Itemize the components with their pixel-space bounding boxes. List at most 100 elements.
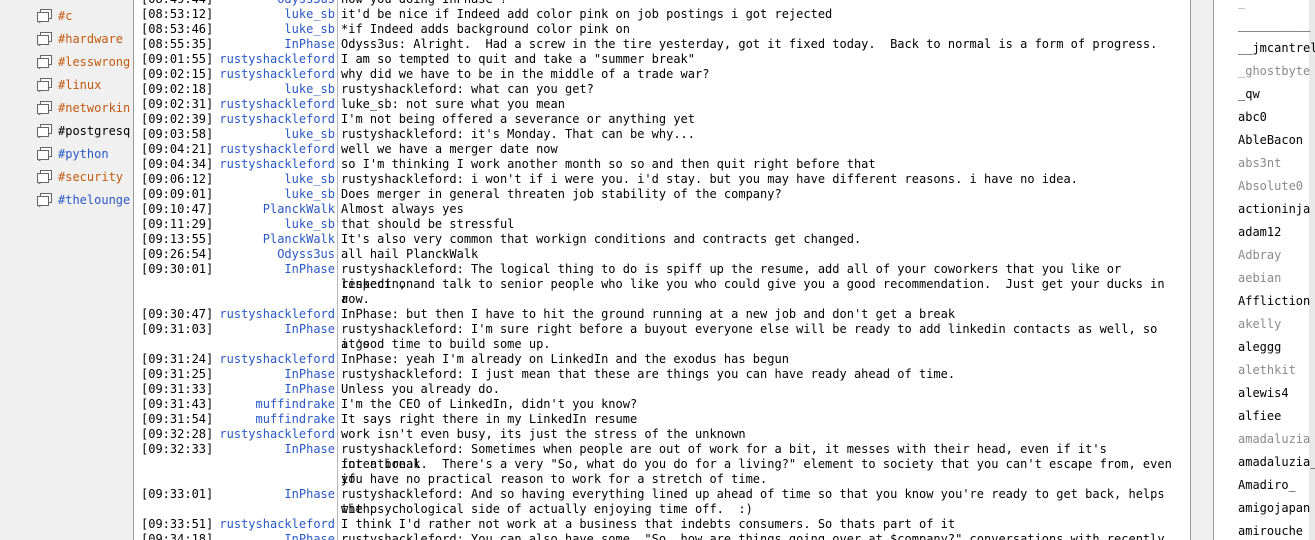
message-nick[interactable]: muffindrake <box>219 412 335 427</box>
user-list-item[interactable]: alewis4 <box>1238 382 1289 405</box>
message-row: [09:11:29] luke_sb that should be stressfu… <box>135 217 1175 232</box>
channel-list: #c #hardware #lesswrong #linux #networking #p… <box>0 0 130 540</box>
message-nick[interactable]: Odyss3us <box>219 0 335 7</box>
user-list-item[interactable]: aebian <box>1238 267 1281 290</box>
user-list-item[interactable]: amigojapan <box>1238 497 1310 520</box>
user-list: _____________jmcantrell_ghostbyte_qwabc0… <box>1213 0 1315 540</box>
message-timestamp: [09:33:01] <box>141 487 214 501</box>
user-list-item[interactable]: AbleBacon <box>1238 129 1303 152</box>
message-timestamp: [09:30:47] <box>141 307 214 321</box>
channel-item[interactable]: #hardware <box>37 27 130 50</box>
message-nick[interactable]: luke_sb <box>219 172 335 187</box>
user-list-item[interactable]: amadaluzia <box>1238 428 1310 451</box>
message-text: I think I'd rather not work at a busines… <box>341 517 956 531</box>
user-list-item[interactable]: Adbray <box>1238 244 1281 267</box>
channel-item[interactable]: #c <box>37 4 130 27</box>
message-nick[interactable]: rustyshackleford <box>219 97 335 112</box>
channel-item[interactable]: #security <box>37 165 130 188</box>
user-list-item[interactable]: _ghostbyte <box>1238 60 1310 83</box>
message-nick[interactable]: rustyshackleford <box>219 517 335 532</box>
message-row: [09:02:18] luke_sb rustyshackleford: what … <box>135 82 1175 97</box>
message-text: Unless you already do. <box>341 382 500 396</box>
message-nick[interactable]: luke_sb <box>219 22 335 37</box>
user-list-item[interactable]: _qw <box>1238 83 1260 106</box>
user-list-item[interactable]: alfiee <box>1238 405 1281 428</box>
channel-item[interactable]: #linux <box>37 73 130 96</box>
channel-label: #linux <box>58 77 102 92</box>
message-row: [09:04:34] rustyshackleford so I'm thinkin… <box>135 157 1175 172</box>
user-list-item[interactable]: _ <box>1238 0 1245 14</box>
message-text: *if Indeed adds background color pink on <box>341 22 630 36</box>
user-list-item[interactable]: abs3nt <box>1238 152 1281 175</box>
message-nick[interactable]: PlanckWalk <box>219 202 335 217</box>
user-list-item[interactable]: amirouche <box>1238 520 1303 540</box>
message-nick[interactable]: InPhase <box>219 532 335 540</box>
user-list-item[interactable]: abc0 <box>1238 106 1267 129</box>
message-nick[interactable]: InPhase <box>219 37 335 52</box>
channel-item[interactable]: #thelounge <box>37 188 130 211</box>
message-row: [09:32:28] rustyshackleford work isn't eve… <box>135 427 1175 442</box>
message-nick[interactable]: rustyshackleford <box>219 427 335 442</box>
message-timestamp: [09:02:31] <box>141 97 214 111</box>
user-list-item[interactable]: __________ <box>1238 14 1310 37</box>
channel-label: #c <box>58 8 73 23</box>
message-nick[interactable]: Odyss3us <box>219 247 335 262</box>
channel-label: #lesswrong <box>58 54 130 69</box>
channel-item[interactable]: #lesswrong <box>37 50 130 73</box>
message-nick[interactable]: luke_sb <box>219 217 335 232</box>
user-list-item[interactable]: Affliction <box>1238 290 1310 313</box>
channel-item[interactable]: #postgresql <box>37 119 130 142</box>
message-timestamp: [09:04:34] <box>141 157 214 171</box>
message-text: so I'm thinking I work another month so … <box>341 157 876 171</box>
user-list-item[interactable]: adam12 <box>1238 221 1281 244</box>
message-row: [09:33:51] rustyshackleford I think I'd ra… <box>135 517 1175 532</box>
message-nick[interactable]: InPhase <box>219 442 335 457</box>
message-row: [09:34:18] InPhase rustyshackleford: You c… <box>135 532 1175 540</box>
message-text: It says right there in my LinkedIn resum… <box>341 412 638 426</box>
user-list-item[interactable]: Amadiro_ <box>1238 474 1296 497</box>
message-nick[interactable]: InPhase <box>219 262 335 277</box>
user-list-item[interactable]: actioninja <box>1238 198 1310 221</box>
message-timestamp: [09:02:18] <box>141 82 214 96</box>
message-nick[interactable]: InPhase <box>219 382 335 397</box>
message-nick[interactable]: rustyshackleford <box>219 142 335 157</box>
column-divider <box>337 82 338 97</box>
message-row: [09:31:54] muffindrake It says right there… <box>135 412 1175 427</box>
message-nick[interactable]: rustyshackleford <box>219 352 335 367</box>
channel-item[interactable]: #networking <box>37 96 130 119</box>
message-timestamp: [09:06:12] <box>141 172 214 186</box>
user-list-item[interactable]: __jmcantrell <box>1238 37 1315 60</box>
user-list-item[interactable]: alethkit <box>1238 359 1296 382</box>
column-divider <box>337 322 338 352</box>
message-row: [09:02:39] rustyshackleford I'm not being … <box>135 112 1175 127</box>
message-nick[interactable]: InPhase <box>219 322 335 337</box>
user-list-item[interactable]: amadaluzia_ <box>1238 451 1315 474</box>
message-nick[interactable]: InPhase <box>219 487 335 502</box>
message-nick[interactable]: rustyshackleford <box>219 112 335 127</box>
message-timestamp: [09:32:33] <box>141 442 214 456</box>
message-text: Odyss3us: Alright. Had a screw in the ti… <box>341 37 1158 51</box>
message-text: rustyshackleford: i won't if i were you.… <box>341 172 1078 186</box>
message-nick[interactable]: InPhase <box>219 367 335 382</box>
message-text: rustyshackleford: You can also have some… <box>341 532 1165 540</box>
message-text: I am so tempted to quit and take a "summ… <box>341 52 696 66</box>
user-list-item[interactable]: aleggg <box>1238 336 1281 359</box>
channel-item[interactable]: #python <box>37 142 130 165</box>
message-nick[interactable]: rustyshackleford <box>219 307 335 322</box>
message-nick[interactable]: PlanckWalk <box>219 232 335 247</box>
message-nick[interactable]: rustyshackleford <box>219 67 335 82</box>
message-timestamp: [09:31:33] <box>141 382 214 396</box>
user-list-item[interactable]: akelly <box>1238 313 1281 336</box>
message-nick[interactable]: luke_sb <box>219 127 335 142</box>
message-text: well we have a merger date now <box>341 142 558 156</box>
message-nick[interactable]: muffindrake <box>219 397 335 412</box>
message-text: InPhase: but then I have to hit the grou… <box>341 307 956 321</box>
message-text: work isn't even busy, its just the stres… <box>341 427 746 441</box>
message-nick[interactable]: luke_sb <box>219 187 335 202</box>
message-nick[interactable]: rustyshackleford <box>219 157 335 172</box>
message-nick[interactable]: rustyshackleford <box>219 52 335 67</box>
message-nick[interactable]: luke_sb <box>219 82 335 97</box>
user-list-item[interactable]: Absolute0 <box>1238 175 1303 198</box>
message-row: [09:30:01] InPhase rustyshackleford: The l… <box>135 262 1175 307</box>
message-nick[interactable]: luke_sb <box>219 7 335 22</box>
